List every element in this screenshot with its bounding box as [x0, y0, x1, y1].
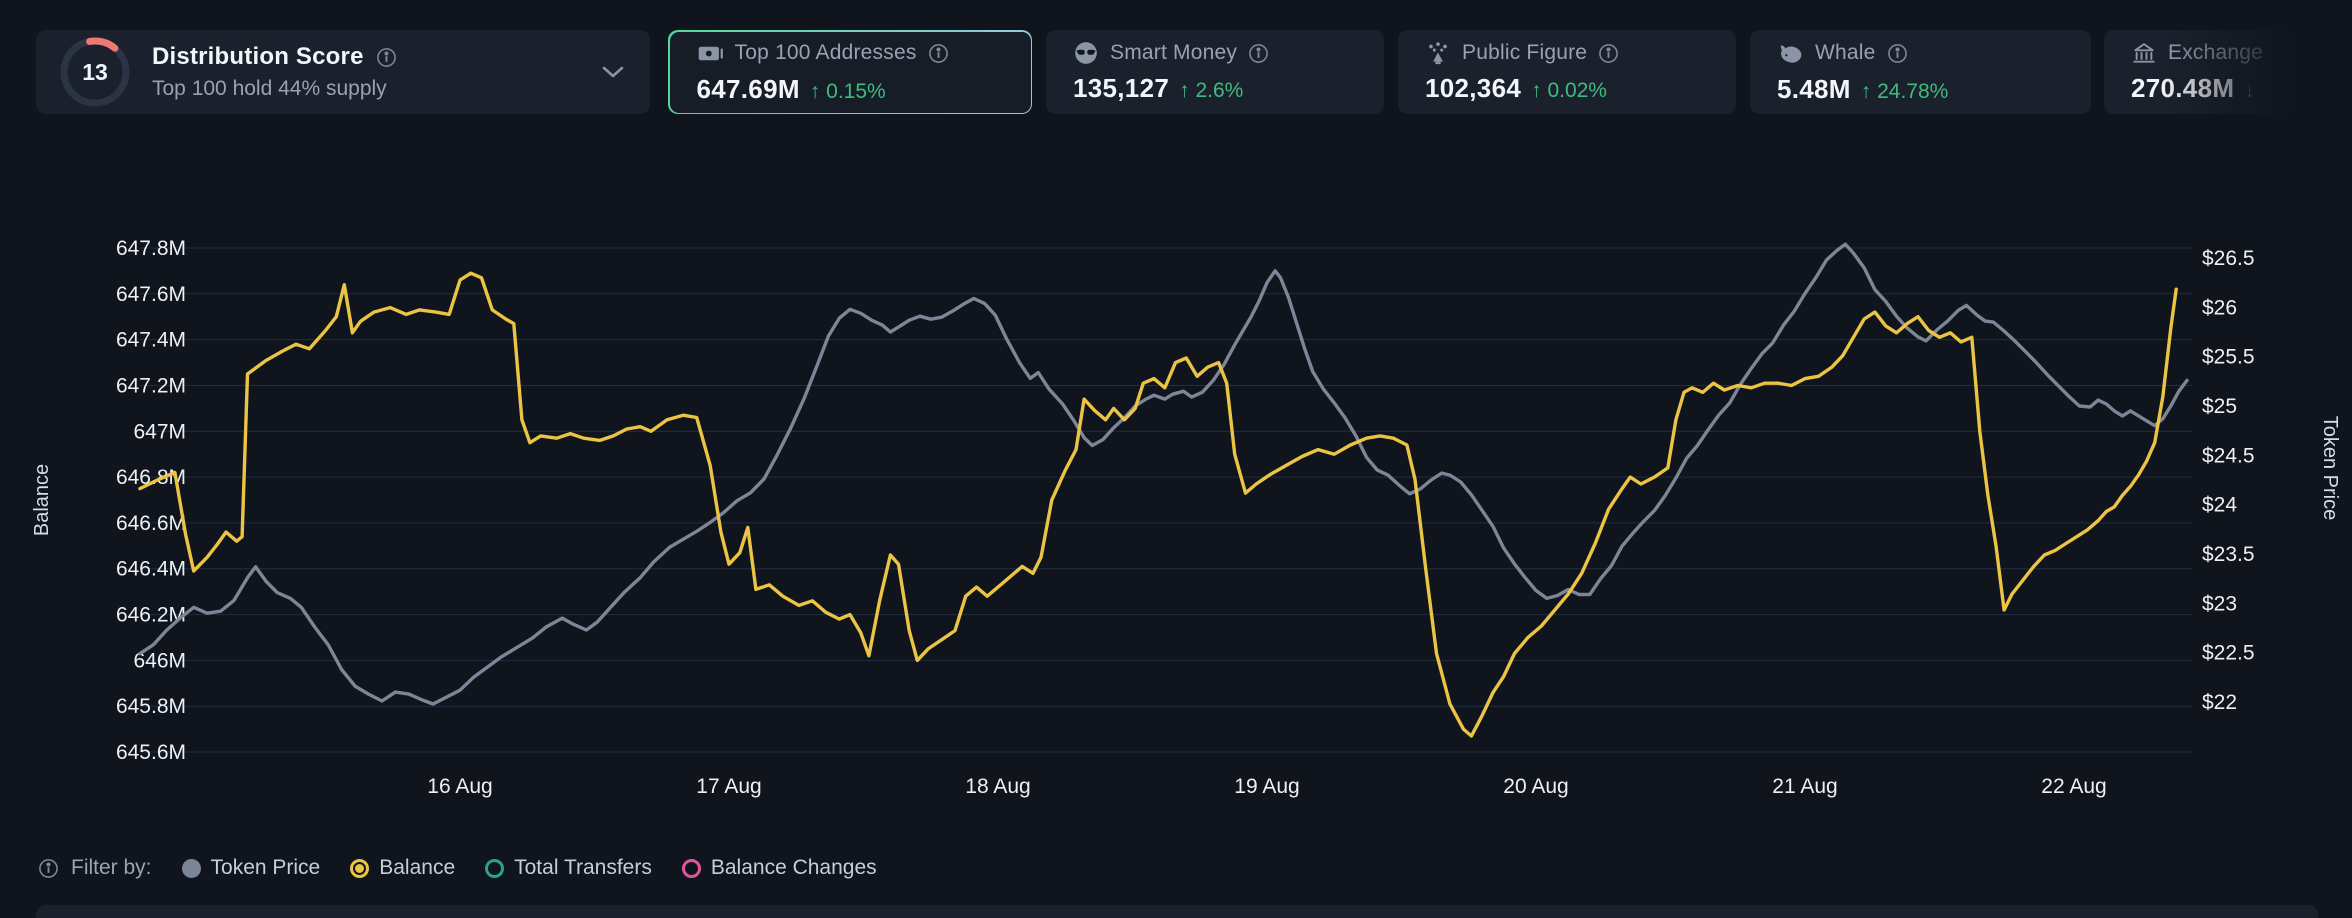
chevron-down-icon[interactable] — [602, 66, 624, 78]
legend-item-balance[interactable]: Balance — [350, 856, 455, 880]
chart-canvas[interactable]: 647.8M647.6M647.4M647.2M647M646.8M646.6M… — [0, 0, 2352, 918]
metric-value: 102,364 — [1425, 73, 1521, 104]
banknote-icon — [697, 40, 724, 67]
y-left-tick: 646.6M — [116, 512, 186, 535]
metric-change: ↑ 2.6% — [1179, 79, 1243, 103]
info-icon[interactable] — [928, 43, 949, 64]
metric-card-whale[interactable]: Whale 5.48M ↑ 24.78% — [1750, 30, 2091, 114]
y-right-tick: $26.5 — [2202, 247, 2255, 270]
y-left-tick: 645.8M — [116, 695, 186, 718]
metric-value: 5.48M — [1777, 74, 1851, 105]
token-price-marker-icon — [182, 859, 201, 878]
balance-marker-icon — [350, 859, 369, 878]
y-left-tick: 646.4M — [116, 558, 186, 581]
y-left-tick: 647.2M — [116, 375, 186, 398]
total-transfers-marker-icon — [485, 859, 504, 878]
distribution-score-subtitle: Top 100 hold 44% supply — [152, 77, 582, 101]
filter-bar: Filter by: Token Price Balance Total Tra… — [38, 856, 877, 880]
x-axis-tick: 22 Aug — [2041, 775, 2106, 798]
distribution-score-gauge: 13 — [58, 35, 132, 109]
info-icon[interactable] — [38, 858, 59, 879]
balance-changes-marker-icon — [682, 859, 701, 878]
distribution-score-title: Distribution Score — [152, 43, 364, 71]
y-right-tick: $23.5 — [2202, 543, 2255, 566]
metric-card-smart-money[interactable]: Smart Money 135,127 ↑ 2.6% — [1046, 30, 1384, 114]
metric-value: 135,127 — [1073, 73, 1169, 104]
y-right-axis-title: Token Price — [2319, 416, 2341, 521]
filter-by-label: Filter by: — [38, 856, 152, 880]
smart-money-icon — [1073, 40, 1099, 66]
metric-change: ↓ — [2244, 79, 2255, 103]
x-axis-tick: 17 Aug — [696, 775, 761, 798]
public-figure-icon — [1425, 40, 1451, 66]
metric-label: Public Figure — [1462, 41, 1587, 65]
y-right-tick: $22 — [2202, 691, 2237, 714]
info-icon[interactable] — [376, 47, 397, 68]
next-section-card-edge — [36, 905, 2318, 918]
metric-value: 270.48M — [2131, 73, 2234, 104]
y-left-tick: 647M — [133, 420, 186, 443]
info-icon[interactable] — [1248, 43, 1269, 64]
metric-change: ↑ 24.78% — [1861, 80, 1949, 104]
y-left-axis-title: Balance — [31, 464, 53, 536]
y-left-tick: 645.6M — [116, 741, 186, 764]
metric-card-public-figure[interactable]: Public Figure 102,364 ↑ 0.02% — [1398, 30, 1736, 114]
metric-change: ↑ 0.02% — [1531, 79, 1607, 103]
bank-icon — [2131, 40, 2157, 66]
y-right-tick: $22.5 — [2202, 642, 2255, 665]
legend-item-balance-changes[interactable]: Balance Changes — [682, 856, 877, 880]
metric-label: Top 100 Addresses — [735, 41, 917, 65]
y-right-tick: $23 — [2202, 592, 2237, 615]
metric-card-exchange[interactable]: Exchange 270.48M ↓ — [2104, 30, 2352, 114]
x-axis-tick: 20 Aug — [1503, 775, 1568, 798]
info-icon[interactable] — [1887, 43, 1908, 64]
y-right-tick: $25.5 — [2202, 346, 2255, 369]
legend-item-total-transfers[interactable]: Total Transfers — [485, 856, 652, 880]
legend-item-token-price[interactable]: Token Price — [182, 856, 321, 880]
metric-label: Whale — [1815, 41, 1876, 65]
balance-line — [140, 273, 2176, 736]
y-right-tick: $24 — [2202, 494, 2237, 517]
x-axis-tick: 19 Aug — [1234, 775, 1299, 798]
metric-card-top-100-addresses[interactable]: Top 100 Addresses 647.69M ↑ 0.15% — [668, 30, 1032, 114]
distribution-score-card[interactable]: 13 Distribution Score Top 100 hold 44% s… — [36, 30, 650, 114]
x-axis-tick: 18 Aug — [965, 775, 1030, 798]
whale-icon — [1777, 40, 1804, 67]
x-axis-tick: 21 Aug — [1772, 775, 1837, 798]
x-axis-tick: 16 Aug — [427, 775, 492, 798]
info-icon[interactable] — [1598, 43, 1619, 64]
y-left-tick: 647.6M — [116, 283, 186, 306]
y-right-tick: $24.5 — [2202, 444, 2255, 467]
y-left-tick: 647.8M — [116, 237, 186, 260]
y-right-tick: $26 — [2202, 296, 2237, 319]
metric-label: Exchange — [2168, 41, 2263, 65]
metric-label: Smart Money — [1110, 41, 1237, 65]
metric-change: ↑ 0.15% — [810, 80, 886, 104]
distribution-score-value: 13 — [58, 35, 132, 109]
metric-value: 647.69M — [697, 74, 800, 105]
y-left-tick: 647.4M — [116, 329, 186, 352]
y-right-tick: $25 — [2202, 395, 2237, 418]
